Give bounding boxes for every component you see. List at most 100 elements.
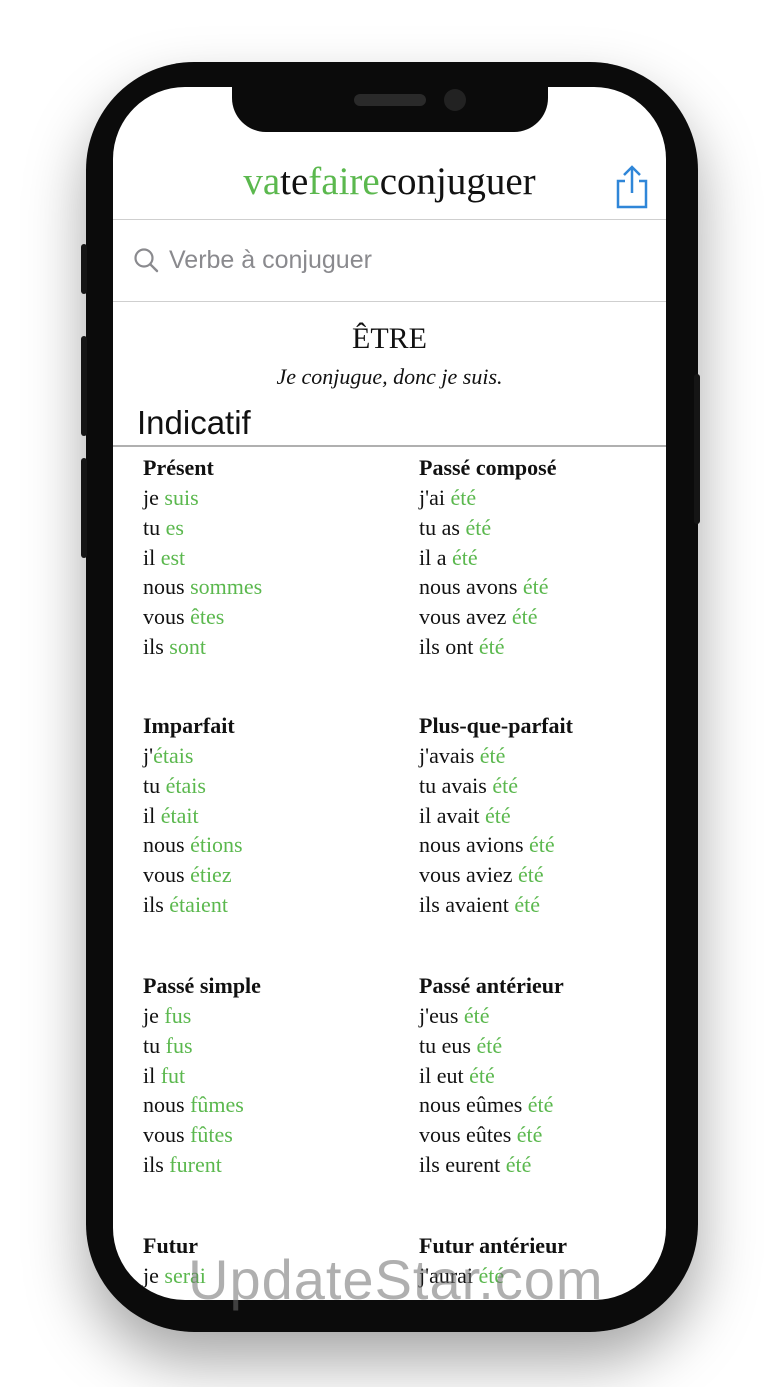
pronoun: tu eus: [419, 1032, 477, 1058]
search-divider: [113, 301, 666, 302]
tense-block: Passé antérieur j'eus été tu eus été il eut…: [419, 971, 666, 1180]
verb-form: été: [450, 485, 477, 510]
verb-form: étais: [153, 743, 194, 768]
conjugation-line: ils ont été: [419, 632, 666, 662]
pronoun: vous aviez: [419, 862, 518, 888]
verb-form: été: [479, 743, 506, 768]
verb-form: étais: [165, 772, 206, 798]
app-title-part: va: [243, 160, 281, 203]
conjugation-line: il est: [143, 543, 393, 573]
conjugation-line: nous fûmes: [143, 1090, 393, 1120]
verb-form: été: [511, 604, 538, 630]
watermark: UpdateStar.com: [188, 1248, 604, 1311]
verb-form: fûmes: [190, 1092, 244, 1118]
mood-heading: Indicatif: [137, 404, 251, 441]
pronoun: il: [143, 1062, 161, 1088]
tense-block: Présent je suis tu es il est nous sommes vous…: [143, 453, 393, 662]
search-bar: [113, 219, 666, 301]
pronoun: ils: [143, 1151, 170, 1177]
conjugation-line: je suis: [143, 483, 393, 513]
pronoun: ils eurent: [419, 1151, 506, 1177]
verb-form: sommes: [190, 574, 263, 600]
side-button-mute: [81, 244, 87, 294]
conjugation-line: j'avais été: [419, 741, 666, 771]
pronoun: nous eûmes: [419, 1092, 528, 1118]
verb-form: été: [522, 574, 549, 600]
tense-block: Passé simple je fus tu fus il fut nous fûmes…: [143, 971, 393, 1180]
share-icon: [616, 165, 648, 209]
verb-form: été: [452, 544, 478, 570]
pronoun: il: [143, 544, 161, 570]
pronoun: nous avions: [419, 832, 529, 858]
verb-form: été: [516, 1122, 543, 1148]
side-button-power: [694, 374, 700, 524]
tense-block: Passé composé j'ai été tu as été il a été no…: [419, 453, 666, 662]
verb-form: fut: [160, 1062, 186, 1088]
verb-form: êtes: [190, 604, 225, 630]
verb-infinitive: ÊTRE: [352, 322, 427, 355]
mood-divider: [113, 445, 666, 447]
conjugation-line: nous avons été: [419, 572, 666, 602]
conjugation-line: il avait été: [419, 801, 666, 831]
verb-motto: Je conjugue, donc je suis.: [276, 364, 503, 389]
conjugation-line: il était: [143, 801, 393, 831]
share-button[interactable]: [613, 164, 651, 210]
pronoun: j'avais: [419, 743, 480, 768]
verb-form: est: [160, 544, 186, 570]
conjugation-line: vous fûtes: [143, 1120, 393, 1150]
verb-form: fûtes: [190, 1122, 233, 1148]
pronoun: tu as: [419, 514, 466, 540]
verb-form: furent: [169, 1151, 222, 1177]
verb-form: suis: [164, 485, 199, 510]
front-camera: [444, 89, 466, 111]
earpiece-speaker: [354, 94, 426, 106]
search-input[interactable]: [167, 239, 631, 281]
conjugation-line: tu fus: [143, 1031, 393, 1061]
pronoun: vous eûtes: [419, 1122, 517, 1148]
pronoun: ils: [143, 633, 170, 659]
pronoun: vous avez: [419, 604, 512, 630]
conjugation-line: vous étiez: [143, 860, 393, 890]
verb-form: été: [505, 1151, 532, 1177]
side-button-volume-down: [81, 458, 87, 558]
verb-form: était: [160, 802, 199, 828]
app-screen: vatefaireconjuguer ÊTRE Je conjugue, don…: [113, 87, 666, 1300]
verb-form: été: [517, 862, 544, 888]
tense-name: Présent: [143, 455, 214, 480]
pronoun: vous: [143, 862, 191, 888]
pronoun: je: [143, 1003, 165, 1028]
conjugation-line: tu eus été: [419, 1031, 666, 1061]
pronoun: il a: [419, 544, 452, 570]
pronoun: je: [143, 485, 165, 510]
pronoun: vous: [143, 1122, 191, 1148]
conjugation-line: tu avais été: [419, 771, 666, 801]
verb-form: été: [463, 1003, 490, 1028]
side-button-volume-up: [81, 336, 87, 436]
verb-form: été: [478, 633, 505, 659]
pronoun: nous: [143, 574, 191, 600]
pronoun: nous: [143, 1092, 191, 1118]
conjugation-line: j'ai été: [419, 483, 666, 513]
verb-form: es: [165, 514, 184, 540]
verb-form: fus: [164, 1003, 192, 1028]
pronoun: ils: [143, 891, 170, 917]
tense-name: Imparfait: [143, 713, 235, 738]
app-title: vatefaireconjuguer: [113, 157, 666, 207]
pronoun: ils avaient: [419, 891, 515, 917]
conjugation-line: ils eurent été: [419, 1150, 666, 1180]
conjugation-line: je fus: [143, 1001, 393, 1031]
verb-form: étaient: [169, 891, 228, 917]
conjugation-line: nous eûmes été: [419, 1090, 666, 1120]
conjugation-line: j'eus été: [419, 1001, 666, 1031]
pronoun: vous: [143, 604, 191, 630]
verb-form: étiez: [190, 862, 232, 888]
tense-name: Passé simple: [143, 973, 261, 998]
tense-name: Passé composé: [419, 455, 557, 480]
device-notch: [232, 80, 548, 132]
search-icon: [134, 248, 159, 273]
verb-form: été: [465, 514, 492, 540]
pronoun: tu: [143, 1032, 166, 1058]
conjugation-line: ils furent: [143, 1150, 393, 1180]
conjugation-line: ils sont: [143, 632, 393, 662]
conjugation-line: vous êtes: [143, 602, 393, 632]
